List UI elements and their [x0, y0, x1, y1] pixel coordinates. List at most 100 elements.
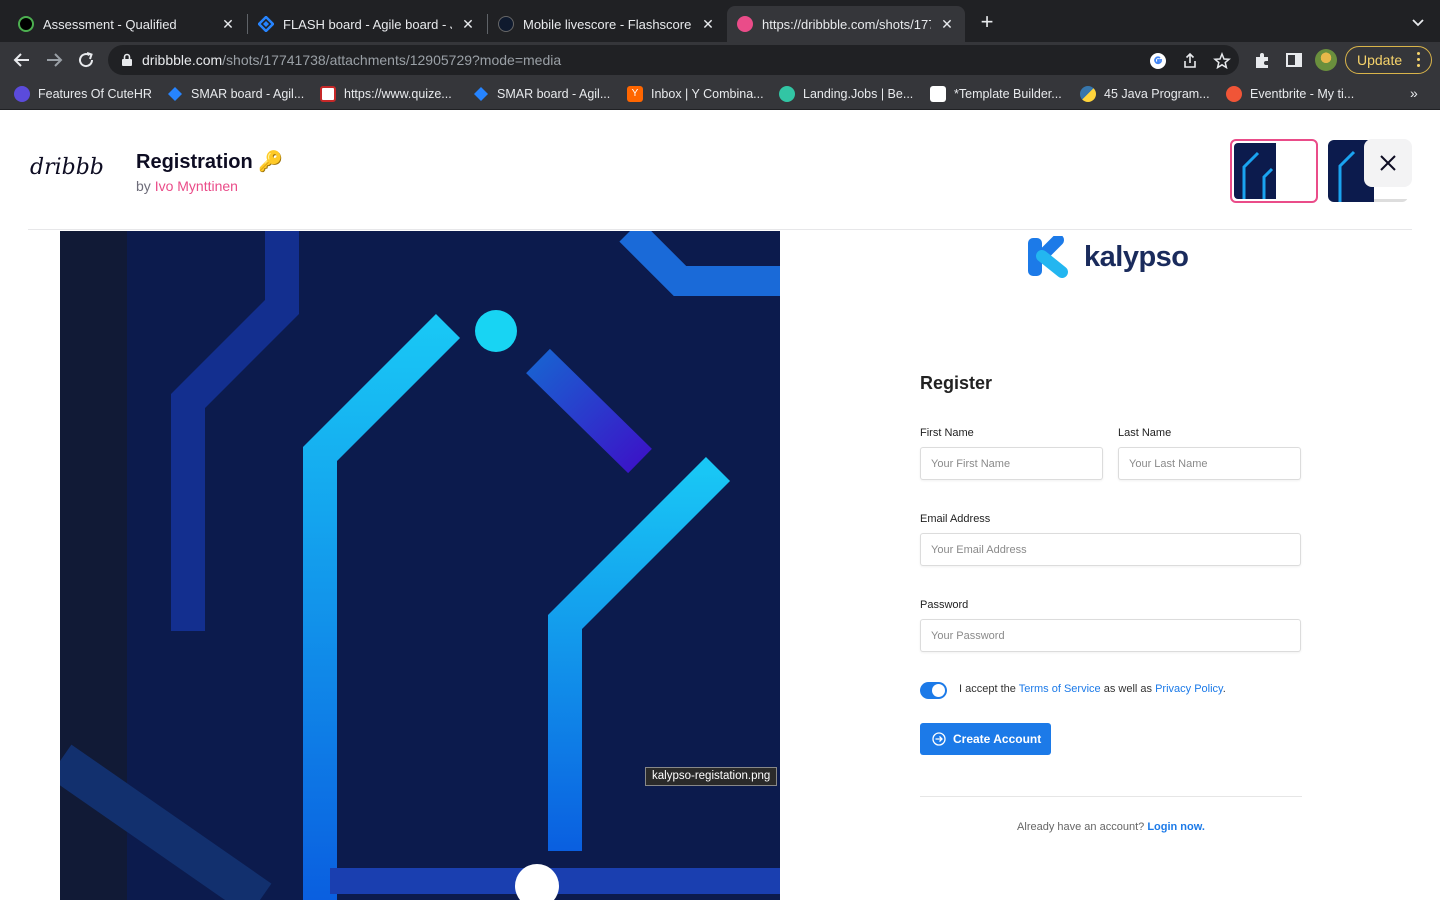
extensions-puzzle-icon[interactable] [1252, 50, 1272, 70]
tab-search-chevron-icon[interactable] [1408, 12, 1428, 32]
bookmark-item[interactable]: Landing.Jobs | Be... [779, 85, 913, 103]
close-tab-icon[interactable]: ✕ [460, 16, 476, 33]
template-builder-icon [930, 86, 946, 102]
forward-arrow-icon[interactable] [42, 48, 66, 72]
login-arrow-icon [932, 732, 946, 746]
cutehr-icon [14, 86, 30, 102]
by-prefix: by [136, 178, 151, 194]
bookmark-label: Eventbrite - My ti... [1250, 87, 1355, 101]
last-name-label: Last Name [1118, 427, 1172, 439]
login-prompt: Already have an account? Login now. [920, 821, 1302, 833]
dribbble-favicon-icon [737, 16, 753, 32]
login-prompt-text: Already have an account? [1017, 821, 1145, 833]
reload-icon[interactable] [74, 48, 98, 72]
update-button[interactable]: Update [1345, 46, 1432, 74]
bookmark-item[interactable]: https://www.quize... [320, 85, 452, 103]
landing-jobs-icon [779, 86, 795, 102]
google-lens-icon[interactable] [1149, 52, 1167, 70]
bookmark-star-icon[interactable] [1213, 51, 1231, 70]
browser-toolbar: dribbble.com/shots/17741738/attachments/… [0, 42, 1440, 78]
close-tab-icon[interactable]: ✕ [700, 16, 716, 33]
privacy-policy-link[interactable]: Privacy Policy [1155, 683, 1223, 695]
lock-icon[interactable] [120, 53, 134, 67]
python-icon [1080, 86, 1096, 102]
dribbble-logo[interactable]: dribbble [30, 153, 124, 181]
accept-terms-toggle[interactable] [920, 682, 947, 699]
bookmark-label: Features Of CuteHR [38, 87, 152, 101]
bookmark-item[interactable]: SMAR board - Agil... [167, 85, 304, 103]
close-button[interactable] [1364, 139, 1412, 187]
bookmarks-overflow-icon[interactable]: » [1410, 85, 1418, 101]
dribbble-logo-text: dribbble [30, 155, 104, 180]
email-label: Email Address [920, 513, 991, 525]
terms-suffix: . [1222, 683, 1226, 695]
bookmark-label: *Template Builder... [954, 87, 1062, 101]
jira-icon [167, 86, 183, 102]
bookmark-label: SMAR board - Agil... [191, 87, 305, 101]
header-divider [28, 229, 1412, 230]
bookmark-item[interactable]: 45 Java Program... [1080, 85, 1210, 103]
bookmark-label: https://www.quize... [344, 87, 452, 101]
terms-text: I accept the Terms of Service as well as… [959, 683, 1226, 695]
last-name-field[interactable] [1118, 447, 1301, 480]
create-account-label: Create Account [953, 732, 1042, 746]
login-now-link[interactable]: Login now. [1147, 821, 1205, 833]
first-name-label: First Name [920, 427, 974, 439]
kebab-menu-icon[interactable] [1417, 52, 1421, 70]
bookmark-item[interactable]: Eventbrite - My ti... [1226, 85, 1354, 103]
password-label: Password [920, 599, 969, 611]
author-link[interactable]: Ivo Mynttinen [155, 178, 238, 194]
tab-title: Mobile livescore - Flashscore.n [523, 16, 692, 32]
ycombinator-icon: Y [627, 86, 643, 102]
tab-title: Assessment - Qualified [43, 16, 177, 32]
jira-favicon-icon [257, 15, 275, 33]
bookmark-label: Inbox | Y Combina... [651, 87, 764, 101]
image-filename-tooltip: kalypso-registation.png [645, 767, 778, 786]
tab-title: https://dribbble.com/shots/177 [762, 16, 931, 32]
bookmark-item[interactable]: Features Of CuteHR [14, 85, 152, 103]
side-panel-icon[interactable] [1284, 50, 1304, 70]
kalypso-logo-icon [1028, 236, 1068, 278]
email-field[interactable] [920, 533, 1301, 566]
bookmark-label: Landing.Jobs | Be... [803, 87, 914, 101]
thumbnail-preview [1234, 143, 1314, 199]
eventbrite-icon [1226, 86, 1242, 102]
register-heading: Register [920, 373, 993, 393]
address-bar[interactable]: dribbble.com/shots/17741738/attachments/… [108, 45, 1239, 75]
browser-tab[interactable]: Mobile livescore - Flashscore.n ✕ [488, 6, 726, 42]
kalypso-wordmark: kalypso [1084, 240, 1189, 273]
create-account-button[interactable]: Create Account [920, 723, 1051, 755]
attachment-thumbnail-selected[interactable] [1230, 139, 1318, 203]
share-icon[interactable] [1181, 52, 1199, 70]
qualified-favicon-icon [18, 16, 34, 32]
browser-tab-active[interactable]: https://dribbble.com/shots/177 ✕ [727, 6, 965, 42]
bookmark-item[interactable]: SMAR board - Agil... [473, 85, 610, 103]
quizlet-icon [320, 86, 336, 102]
update-label: Update [1357, 52, 1403, 68]
bookmark-item[interactable]: Y Inbox | Y Combina... [627, 85, 764, 103]
back-arrow-icon[interactable] [10, 48, 34, 72]
terms-mid: as well as [1103, 683, 1153, 695]
url-path: /shots/17741738/attachments/12905729?mod… [222, 52, 562, 68]
close-tab-icon[interactable]: ✕ [939, 16, 955, 33]
shot-title: Registration 🔑 [136, 151, 284, 173]
bookmarks-bar: Features Of CuteHR SMAR board - Agil... … [0, 78, 1440, 110]
terms-of-service-link[interactable]: Terms of Service [1019, 683, 1101, 695]
shot-author-line: by Ivo Mynttinen [136, 178, 238, 194]
browser-tab[interactable]: Assessment - Qualified ✕ [8, 6, 246, 42]
new-tab-plus-icon[interactable]: + [976, 11, 998, 34]
password-field[interactable] [920, 619, 1301, 652]
browser-tab[interactable]: FLASH board - Agile board - Ji ✕ [248, 6, 486, 42]
kalypso-brand: kalypso [1028, 236, 1189, 278]
profile-avatar[interactable] [1315, 49, 1337, 71]
bookmark-item[interactable]: *Template Builder... [930, 85, 1062, 103]
shot-image-artwork[interactable]: kalypso-registation.png [60, 231, 780, 900]
close-tab-icon[interactable]: ✕ [220, 16, 236, 33]
bookmark-label: 45 Java Program... [1104, 87, 1210, 101]
first-name-field[interactable] [920, 447, 1103, 480]
tab-title: FLASH board - Agile board - Ji [283, 16, 452, 32]
flashscore-favicon-icon [498, 16, 514, 32]
url-host: dribbble.com [142, 52, 223, 68]
terms-prefix: I accept the [959, 683, 1016, 695]
bookmark-label: SMAR board - Agil... [497, 87, 611, 101]
